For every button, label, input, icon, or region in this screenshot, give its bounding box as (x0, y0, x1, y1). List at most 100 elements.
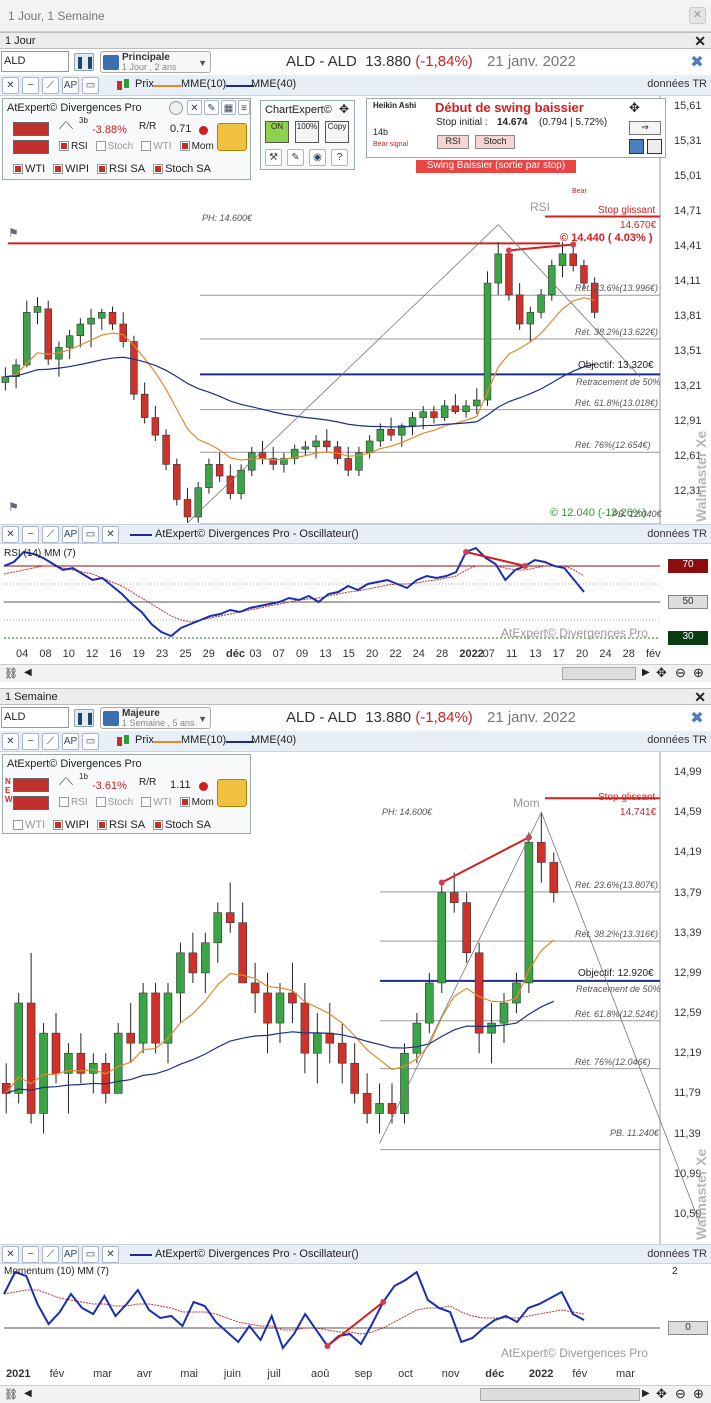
weekly-zoom-out-icon[interactable]: ⊖ (675, 1386, 686, 1402)
signal-nav-button[interactable]: ⇒ (629, 121, 661, 135)
window-icon[interactable]: ▭ (82, 77, 99, 94)
daily-check-mom[interactable]: Mom (179, 141, 214, 152)
ce-tool1-icon[interactable]: ⚒ (265, 149, 282, 166)
weekly-tools-icon[interactable]: ✕ (2, 733, 19, 750)
weekly-osc-plot[interactable]: Momentum (10) MM (7) AtExpert© Divergenc… (0, 1264, 711, 1364)
prix-label[interactable]: Prix (135, 78, 154, 90)
signal-rsi-button[interactable]: RSI (437, 135, 469, 149)
weekly-window-icon[interactable]: ▭ (82, 733, 99, 750)
ce-tool3-icon[interactable]: ◉ (309, 149, 326, 166)
wosc-tools-icon[interactable]: ✕ (2, 1246, 19, 1263)
daily-sa-check-stoch-sa[interactable]: Stoch SA (153, 163, 211, 175)
move-icon[interactable]: ✥ (339, 102, 349, 116)
weekly-scroll-right-icon[interactable]: ▶ (642, 1388, 650, 1399)
weekly-wrench-icon[interactable]: ✖ (687, 708, 707, 728)
osc-ma-line (3, 565, 585, 623)
weekly-draw-icon[interactable]: ⟋ (42, 733, 59, 750)
window-close-icon[interactable]: ✕ (689, 7, 706, 24)
osc-window-icon[interactable]: ▭ (82, 526, 99, 543)
weekly-scroll-thumb[interactable] (480, 1388, 640, 1401)
signal-chart2-icon[interactable] (647, 139, 662, 154)
weekly-ap-icon[interactable]: AP (62, 733, 79, 750)
draw-icon[interactable]: ⟋ (42, 77, 59, 94)
daily-scrollbar[interactable]: ⛓ ◀ ▶ ✥ ⊖ ⊕ (0, 664, 711, 682)
indicator-icon[interactable]: ~ (22, 77, 39, 94)
ce-zoom-button[interactable]: 100% (295, 121, 319, 143)
osc-donnees-tr[interactable]: données TR (647, 528, 707, 540)
daily-sa-check-wti[interactable]: WTI (13, 163, 45, 175)
ce-help-icon[interactable]: ? (331, 149, 348, 166)
daily-close-icon[interactable]: ✕ (694, 33, 706, 50)
osc-draw-icon[interactable]: ⟋ (42, 526, 59, 543)
daily-ticker-input[interactable]: ALD (1, 51, 69, 72)
daily-period-select[interactable]: Principale 1 Jour , 2 ans ▼ (100, 51, 211, 73)
weekly-scrollbar[interactable]: ⛓ ◀ ▶ ✥ ⊖ ⊕ (0, 1385, 711, 1403)
scroll-right-icon[interactable]: ▶ (642, 667, 650, 678)
link-icon[interactable]: ⛓ (4, 667, 18, 680)
panel-grid-icon[interactable]: ▦ (221, 100, 236, 115)
pan-icon[interactable]: ✥ (656, 665, 667, 681)
weekly-close-icon[interactable]: ✕ (694, 689, 706, 706)
signal-stoch-button[interactable]: Stoch (475, 135, 515, 149)
signal-chart-icon[interactable] (629, 139, 644, 154)
daily-check-wti[interactable]: WTI (141, 141, 172, 152)
mme40-label[interactable]: MME(40) (251, 78, 296, 90)
weekly-mme40-label[interactable]: MME(40) (251, 734, 296, 746)
weekly-pan-icon[interactable]: ✥ (656, 1386, 667, 1402)
signal-move-icon[interactable]: ✥ (629, 100, 640, 116)
check-label: WIPI (65, 163, 90, 175)
weekly-period-select[interactable]: Majeure 1 Semaine , 5 ans ▼ (100, 707, 211, 729)
weekly-check-wti[interactable]: WTI (141, 797, 172, 808)
panel-tool-icon[interactable]: ✕ (187, 100, 202, 115)
daily-check-rsi[interactable]: RSI (59, 141, 88, 152)
wosc-donnees-tr[interactable]: données TR (647, 1248, 707, 1260)
wrench-icon[interactable]: ✖ (687, 52, 707, 72)
ce-tool2-icon[interactable]: ✎ (287, 149, 304, 166)
mme10-label[interactable]: MME(10) (181, 78, 226, 90)
wosc-indicator-icon[interactable]: ~ (22, 1246, 39, 1263)
weekly-check-rsi[interactable]: RSI (59, 797, 88, 808)
scroll-left-icon[interactable]: ◀ (24, 667, 32, 678)
ce-copy-button[interactable]: Copy (325, 121, 349, 143)
window-tab-title[interactable]: 1 Jour, 1 Semaine (8, 9, 105, 23)
daily-sa-check-wipi[interactable]: WIPI (53, 163, 89, 175)
osc-ap-icon[interactable]: AP (62, 526, 79, 543)
daily-check-stoch[interactable]: Stoch (95, 141, 133, 152)
panel-menu-icon[interactable]: ≡ (238, 100, 250, 115)
tools-icon[interactable]: ✕ (2, 77, 19, 94)
zoom-in-icon[interactable]: ⊕ (693, 665, 704, 681)
ap-icon[interactable]: AP (62, 77, 79, 94)
weekly-sa-check-stoch-sa[interactable]: Stoch SA (153, 819, 211, 831)
weekly-prix-label[interactable]: Prix (135, 734, 154, 746)
scroll-thumb[interactable] (562, 667, 636, 680)
panel-edit-icon[interactable]: ✎ (204, 100, 219, 115)
weekly-zoom-in-icon[interactable]: ⊕ (693, 1386, 704, 1402)
weekly-link-icon[interactable]: ⛓ (4, 1388, 18, 1401)
weekly-check-stoch[interactable]: Stoch (95, 797, 133, 808)
wosc-ap-icon[interactable]: AP (62, 1246, 79, 1263)
daily-price-plot[interactable]: AtExpert© Divergences Pro ✕ ✎ ▦ ≡ ⟋⟍ 3b … (0, 96, 711, 524)
wosc-window-icon[interactable]: ▭ (82, 1246, 99, 1263)
weekly-check-mom[interactable]: Mom (179, 797, 214, 808)
weekly-sa-check-rsi-sa[interactable]: RSI SA (97, 819, 145, 831)
weekly-donnees-tr-label[interactable]: données TR (647, 734, 707, 746)
weekly-indicator-icon[interactable]: ~ (22, 733, 39, 750)
zoom-out-icon[interactable]: ⊖ (675, 665, 686, 681)
weekly-ticker-input[interactable]: ALD (1, 707, 69, 728)
donnees-tr-label[interactable]: données TR (647, 78, 707, 90)
weekly-mme10-label[interactable]: MME(10) (181, 734, 226, 746)
weekly-price-plot[interactable]: AtExpert© Divergences Pro NEW ⟋⟍ 1b -3.6… (0, 752, 711, 1244)
osc-close-icon[interactable]: ✕ (102, 526, 119, 543)
weekly-scroll-left-icon[interactable]: ◀ (24, 1388, 32, 1399)
wosc-close-icon[interactable]: ✕ (102, 1246, 119, 1263)
weekly-book-icon[interactable]: ❚❚ (74, 709, 95, 727)
panel-toggle-icon[interactable] (169, 101, 183, 115)
osc-tools-icon[interactable]: ✕ (2, 526, 19, 543)
osc-indicator-icon[interactable]: ~ (22, 526, 39, 543)
ce-on-button[interactable]: ON (265, 121, 289, 143)
daily-book-icon[interactable]: ❚❚ (74, 53, 95, 71)
weekly-sa-check-wti[interactable]: WTI (13, 819, 45, 831)
wosc-draw-icon[interactable]: ⟋ (42, 1246, 59, 1263)
daily-sa-check-rsi-sa[interactable]: RSI SA (97, 163, 145, 175)
weekly-sa-check-wipi[interactable]: WIPI (53, 819, 89, 831)
